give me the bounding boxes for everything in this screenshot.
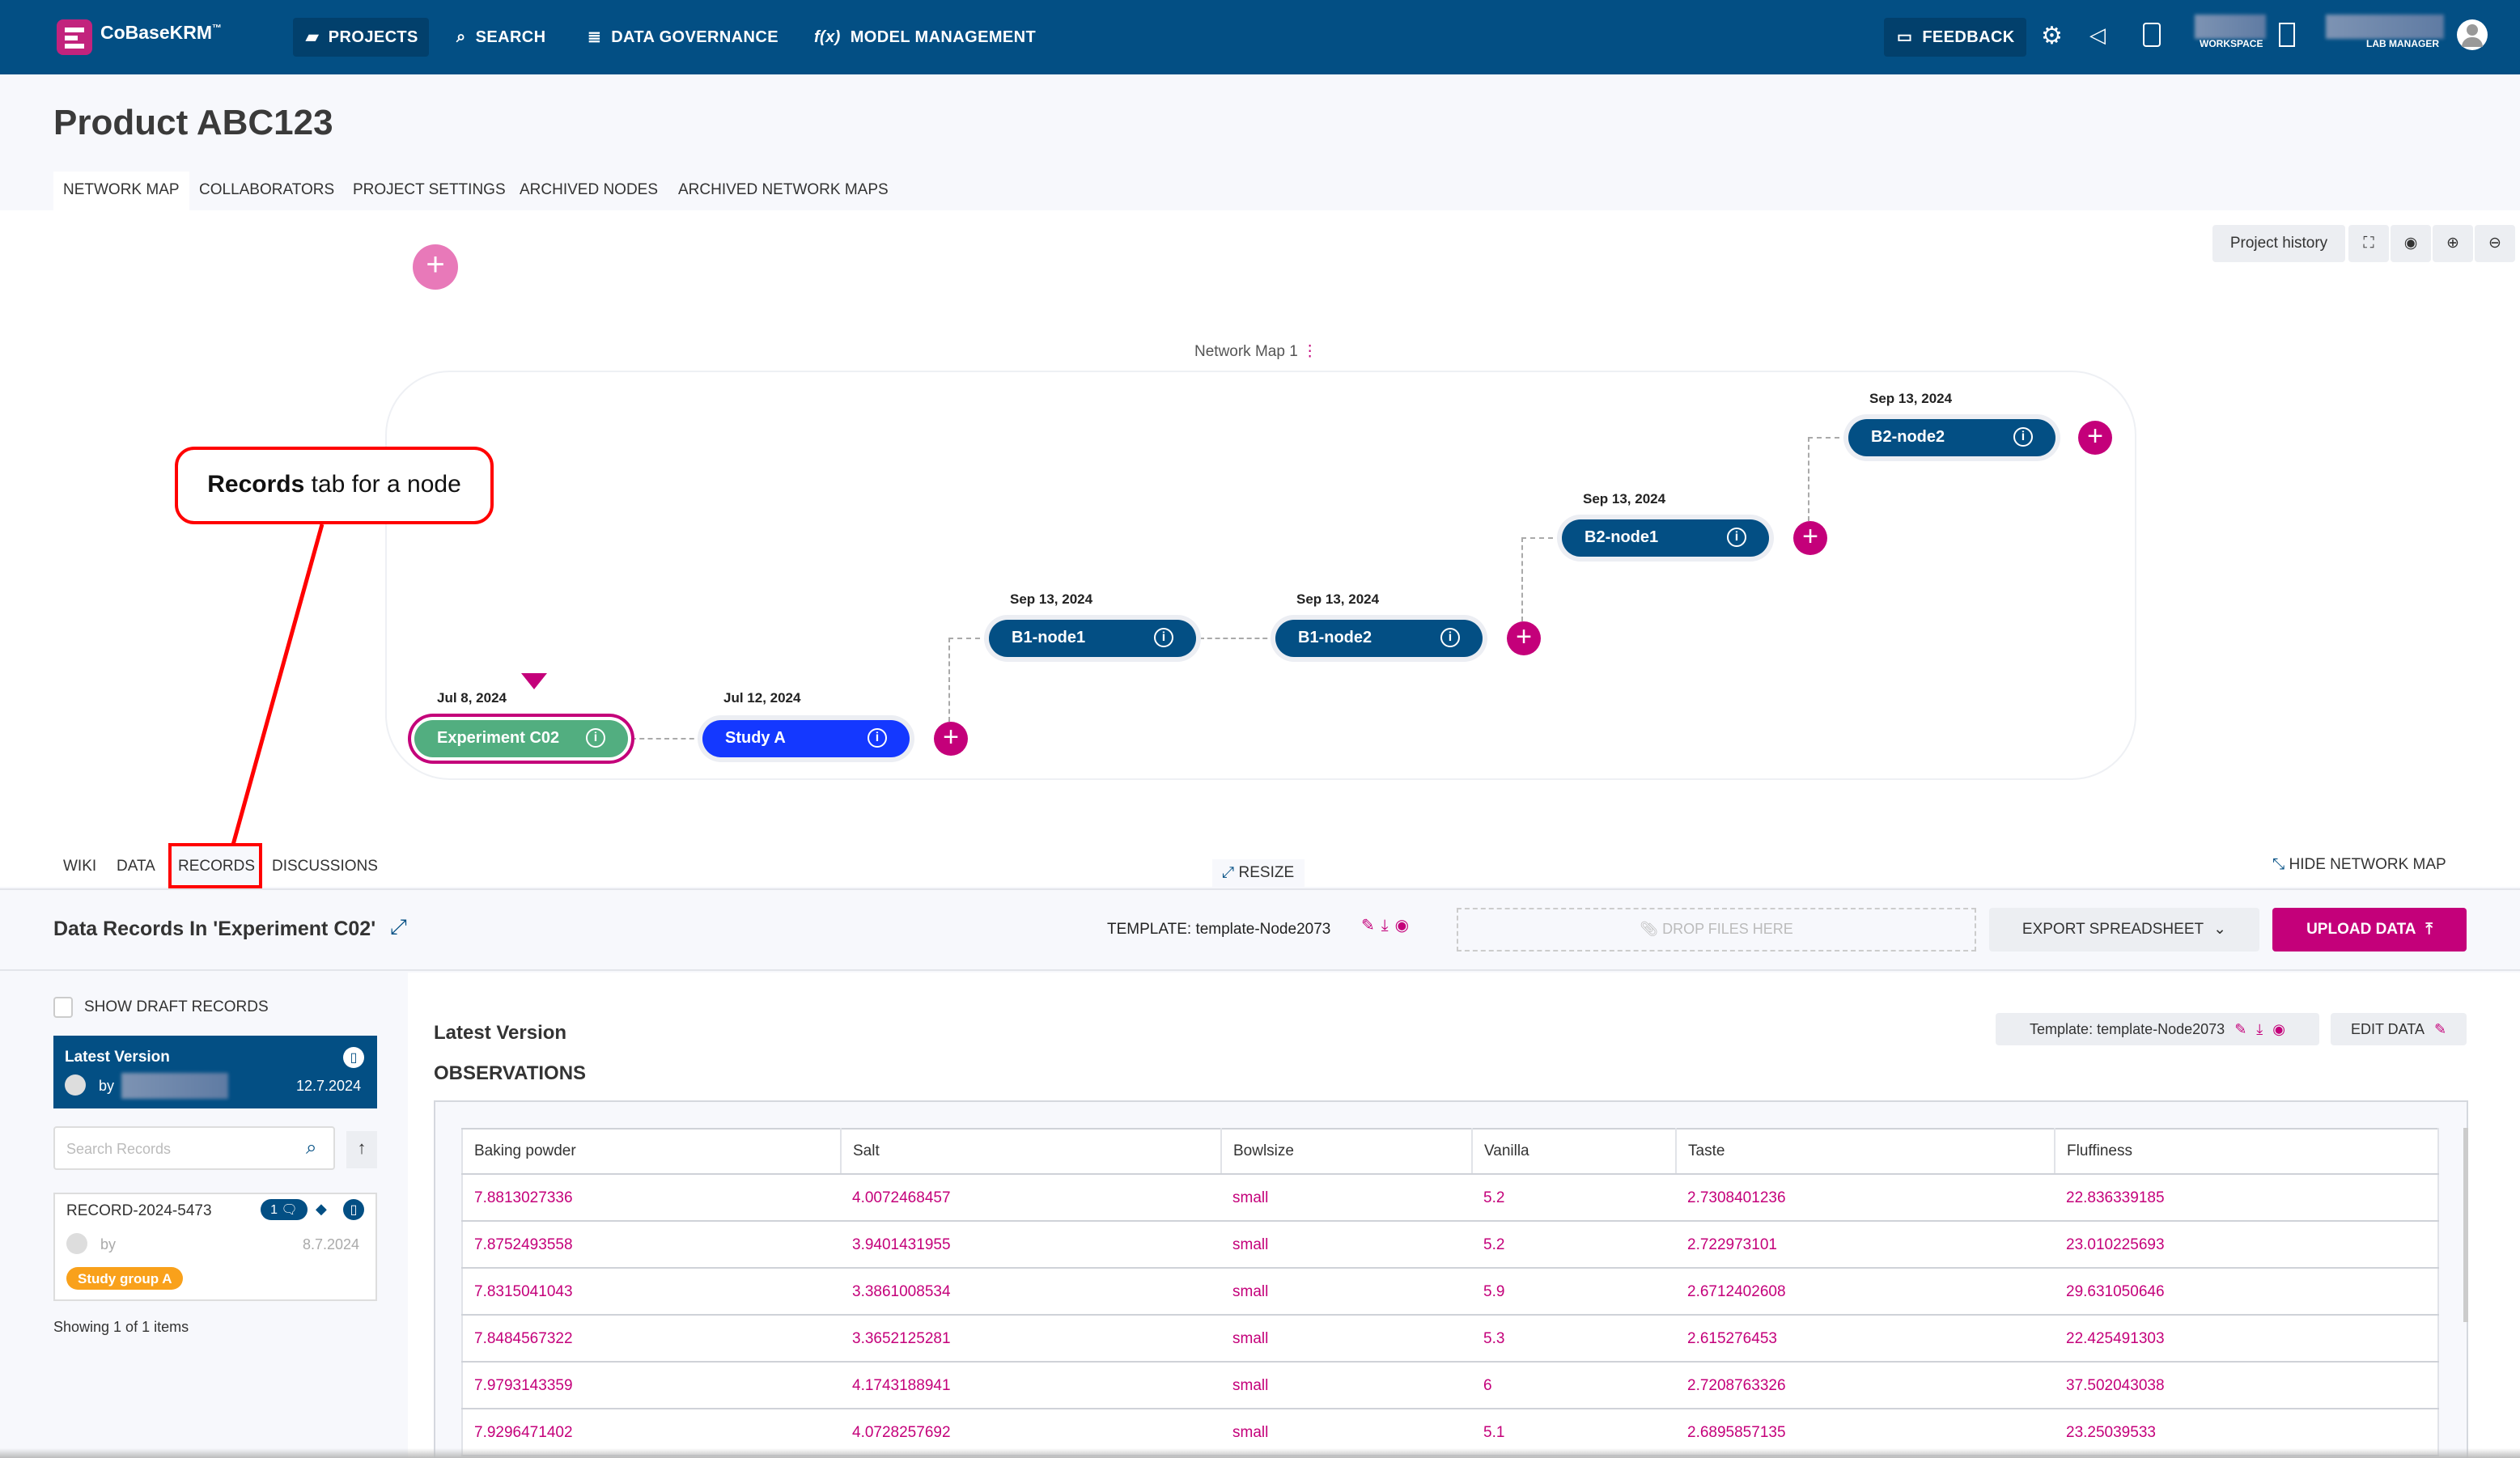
- document-icon: ▯: [343, 1047, 364, 1068]
- chevron-down-icon: ⌄: [2213, 921, 2227, 939]
- table-cell[interactable]: small: [1221, 1315, 1472, 1363]
- table-cell[interactable]: 2.722973101: [1676, 1221, 2055, 1269]
- record-list-item[interactable]: RECORD-2024-5473 1 🗨︎ ◆ ▯ by 8.7.2024 St…: [53, 1193, 377, 1301]
- table-cell[interactable]: 22.836339185: [2055, 1174, 2438, 1222]
- avatar: [65, 1074, 86, 1096]
- edit-icon: ✎: [2433, 1020, 2447, 1036]
- paperclip-icon: 📎︎: [1640, 921, 1659, 937]
- export-spreadsheet-button[interactable]: EXPORT SPREADSHEET ⌄: [1989, 908, 2259, 952]
- table-row[interactable]: 7.8315041043 3.3861008534 small 5.9 2.671240…: [462, 1268, 2438, 1316]
- template-actions: ✎⤓◉: [1361, 918, 1415, 935]
- table-cell[interactable]: 7.8315041043: [462, 1268, 841, 1316]
- table-cell[interactable]: 7.8813027336: [462, 1174, 841, 1222]
- version-heading: Latest Version: [434, 1021, 567, 1044]
- eye-icon[interactable]: ◉: [2272, 1020, 2285, 1038]
- table-cell[interactable]: 2.7208763326: [1676, 1362, 2055, 1409]
- tag-icon[interactable]: ◆: [316, 1201, 327, 1219]
- record-date: 8.7.2024: [303, 1236, 360, 1252]
- record-id: RECORD-2024-5473: [66, 1202, 212, 1220]
- edit-data-button[interactable]: EDIT DATA ✎: [2331, 1013, 2467, 1045]
- table-cell[interactable]: 22.425491303: [2055, 1315, 2438, 1363]
- table-cell[interactable]: small: [1221, 1268, 1472, 1316]
- tab-wiki[interactable]: WIKI: [63, 853, 96, 882]
- table-cell[interactable]: small: [1221, 1362, 1472, 1409]
- table-cell[interactable]: 5.2: [1472, 1174, 1676, 1222]
- comment-icon: 🗨︎: [281, 1202, 298, 1217]
- show-draft-checkbox[interactable]: [53, 997, 73, 1018]
- column-header[interactable]: Baking powder: [462, 1129, 842, 1175]
- search-placeholder: Search Records: [66, 1141, 172, 1157]
- download-icon[interactable]: ⤓: [2256, 1020, 2263, 1038]
- hide-network-map-button[interactable]: ⤡ HIDE NETWORK MAP: [2272, 856, 2446, 874]
- table-header-row: Baking powder Salt Bowlsize Vanilla Tast…: [462, 1129, 2439, 1175]
- tab-data[interactable]: DATA: [117, 853, 155, 882]
- table-cell[interactable]: 3.9401431955: [841, 1221, 1221, 1269]
- latest-version-card[interactable]: Latest Version ▯ by 12.7.2024: [53, 1036, 377, 1108]
- records-title: Data Records In 'Experiment C02': [53, 918, 376, 940]
- table-cell[interactable]: small: [1221, 1221, 1472, 1269]
- eye-icon[interactable]: ◉: [1395, 918, 1415, 935]
- show-draft-label: SHOW DRAFT RECORDS: [84, 998, 269, 1016]
- by-label: by: [99, 1078, 115, 1094]
- author-blurred: [121, 1073, 228, 1099]
- collapse-icon: ⤡: [2272, 856, 2285, 874]
- edit-icon[interactable]: ✎: [2234, 1020, 2246, 1038]
- table-cell[interactable]: 2.6712402608: [1676, 1268, 2055, 1316]
- scrollbar[interactable]: [2463, 1128, 2468, 1322]
- table-cell[interactable]: 4.1743188941: [841, 1362, 1221, 1409]
- table-cell[interactable]: 5.9: [1472, 1268, 1676, 1316]
- resize-icon: ⤢: [1222, 864, 1235, 882]
- table-row[interactable]: 7.8484567322 3.3652125281 small 5.3 2.615276…: [462, 1315, 2438, 1363]
- column-header[interactable]: Bowlsize: [1221, 1129, 1473, 1175]
- column-header[interactable]: Taste: [1676, 1129, 2055, 1175]
- avatar: [66, 1233, 87, 1254]
- table-cell[interactable]: 5.2: [1472, 1221, 1676, 1269]
- expand-icon[interactable]: ⤢: [390, 914, 407, 940]
- pagination-info: Showing 1 of 1 items: [53, 1319, 189, 1335]
- table-cell[interactable]: 3.3861008534: [841, 1268, 1221, 1316]
- table-cell[interactable]: 29.631050646: [2055, 1268, 2438, 1316]
- tab-discussions[interactable]: DISCUSSIONS: [272, 853, 378, 882]
- version-date: 12.7.2024: [296, 1078, 362, 1094]
- download-icon[interactable]: ⤓: [1381, 918, 1395, 935]
- table-cell[interactable]: 6: [1472, 1362, 1676, 1409]
- table-cell[interactable]: 37.502043038: [2055, 1362, 2438, 1409]
- drop-files-zone[interactable]: 📎︎ DROP FILES HERE: [1457, 908, 1976, 952]
- table-cell[interactable]: 7.9793143359: [462, 1362, 841, 1409]
- by-label: by: [100, 1236, 117, 1252]
- table-cell[interactable]: 7.8752493558: [462, 1221, 841, 1269]
- column-header[interactable]: Salt: [841, 1129, 1222, 1175]
- table-cell[interactable]: small: [1221, 1174, 1472, 1222]
- table-row[interactable]: 7.8813027336 4.0072468457 small 5.2 2.730840…: [462, 1174, 2438, 1222]
- table-cell[interactable]: 4.0072468457: [841, 1174, 1221, 1222]
- window-bottom-shadow: [0, 1448, 2520, 1458]
- section-heading: OBSERVATIONS: [434, 1062, 587, 1084]
- search-records-input[interactable]: Search Records ⌕: [53, 1126, 335, 1170]
- comment-count-badge[interactable]: 1 🗨︎: [261, 1199, 308, 1220]
- search-icon[interactable]: ⌕: [306, 1136, 316, 1160]
- column-header[interactable]: Vanilla: [1472, 1129, 1677, 1175]
- tab-records[interactable]: RECORDS: [178, 853, 255, 882]
- table-cell[interactable]: 3.3652125281: [841, 1315, 1221, 1363]
- version-title: Latest Version: [65, 1049, 170, 1066]
- table-cell[interactable]: 7.8484567322: [462, 1315, 841, 1363]
- table-cell[interactable]: 5.3: [1472, 1315, 1676, 1363]
- table-cell[interactable]: 2.615276453: [1676, 1315, 2055, 1363]
- upload-icon: ⤒: [2425, 921, 2433, 939]
- edit-icon[interactable]: ✎: [1361, 918, 1381, 935]
- table-row[interactable]: 7.8752493558 3.9401431955 small 5.2 2.722973…: [462, 1221, 2438, 1269]
- table-cell[interactable]: 23.010225693: [2055, 1221, 2438, 1269]
- study-group-tag[interactable]: Study group A: [66, 1267, 184, 1290]
- resize-button[interactable]: ⤢ RESIZE: [1212, 859, 1305, 888]
- template-button[interactable]: Template: template-Node2073 ✎ ⤓ ◉: [1996, 1013, 2319, 1045]
- upload-data-button[interactable]: UPLOAD DATA ⤒: [2272, 908, 2467, 952]
- document-icon[interactable]: ▯: [343, 1199, 364, 1220]
- table-cell[interactable]: 2.7308401236: [1676, 1174, 2055, 1222]
- sort-ascending-button[interactable]: ↑: [346, 1131, 377, 1168]
- table-row[interactable]: 7.9793143359 4.1743188941 small 6 2.72087633…: [462, 1362, 2438, 1409]
- column-header[interactable]: Fluffiness: [2055, 1129, 2439, 1175]
- template-label: TEMPLATE: template-Node2073: [1107, 921, 1331, 939]
- observations-table: Baking powder Salt Bowlsize Vanilla Tast…: [461, 1128, 2439, 1456]
